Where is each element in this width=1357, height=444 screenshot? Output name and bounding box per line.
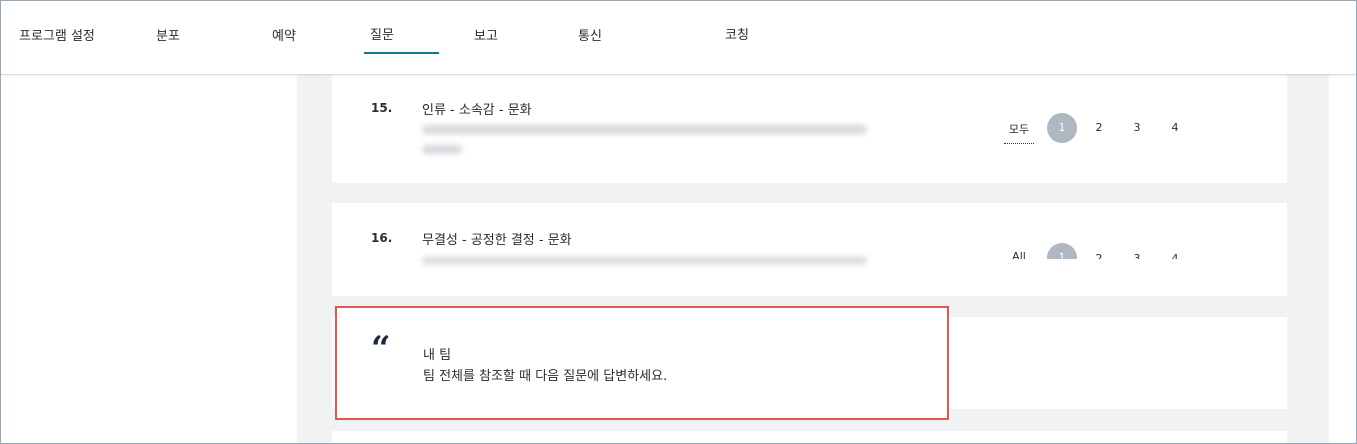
question-title: 무결성 - 공정한 결정 - 문화 (422, 233, 572, 248)
tab-coaching[interactable]: 코칭 (725, 24, 749, 43)
tab-communication[interactable]: 통신 (578, 25, 602, 44)
question-title: 인류 - 소속감 - 문화 (422, 103, 532, 118)
tip-title: 내 팀 (423, 348, 452, 363)
tab-distribution[interactable]: 분포 (156, 25, 180, 44)
top-navigation: 프로그램 설정 분포 예약 질문 보고 통신 코칭 (1, 1, 1356, 75)
question-number: 16. (371, 231, 393, 245)
rating-option[interactable]: 4 (1167, 113, 1183, 143)
tab-reservation[interactable]: 예약 (272, 25, 296, 44)
rating-option[interactable]: 2 (1091, 244, 1107, 259)
tab-program-settings[interactable]: 프로그램 설정 (19, 25, 95, 44)
rating-row-clipped: All 1 2 3 4 (992, 241, 1192, 259)
question-number: 15. (371, 101, 393, 115)
rating-all-button[interactable]: 모두 (1004, 121, 1034, 144)
rating-option[interactable]: 2 (1091, 113, 1107, 143)
question-card: 16. 무결성 - 공정한 결정 - 문화 All 1 2 3 4 (332, 203, 1287, 296)
rating-option-selected[interactable]: 1 (1047, 243, 1077, 259)
rating-option[interactable]: 3 (1129, 244, 1145, 259)
next-card (332, 431, 1287, 443)
blurred-description (422, 145, 462, 154)
team-tip-highlight: “ 내 팀 팀 전체를 참조할 때 다음 질문에 답변하세요. (335, 306, 949, 420)
blurred-description (422, 257, 867, 264)
rating-all-button[interactable]: All (1004, 250, 1034, 259)
rating-option-selected[interactable]: 1 (1047, 113, 1077, 143)
blurred-description (422, 125, 867, 134)
rating-option[interactable]: 4 (1167, 244, 1183, 259)
tab-reports[interactable]: 보고 (474, 25, 498, 44)
quote-icon: “ (371, 329, 391, 369)
rating-option[interactable]: 3 (1129, 113, 1145, 143)
question-card: 15. 인류 - 소속감 - 문화 모두 1 2 3 4 (332, 75, 1287, 183)
tab-questions[interactable]: 질문 (370, 24, 394, 43)
tip-text: 팀 전체를 참조할 때 다음 질문에 답변하세요. (423, 369, 668, 384)
active-tab-underline (364, 52, 439, 54)
app-window: 프로그램 설정 분포 예약 질문 보고 통신 코칭 15. 인류 - 소속감 -… (0, 0, 1357, 444)
